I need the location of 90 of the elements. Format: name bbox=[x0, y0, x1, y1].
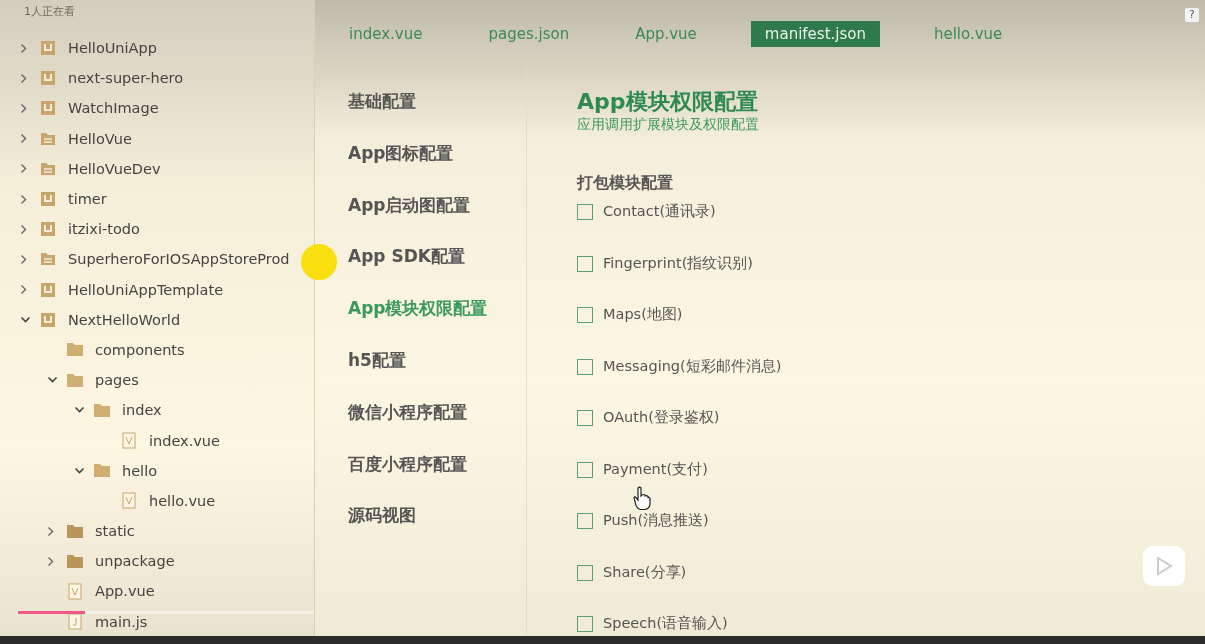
viewer-count: 1人正在看 bbox=[24, 5, 75, 18]
chevron-right-icon bbox=[20, 193, 28, 205]
play-button[interactable] bbox=[1143, 546, 1185, 586]
checkbox[interactable] bbox=[577, 307, 593, 323]
file-tab[interactable]: manifest.json bbox=[750, 21, 880, 47]
checkbox-label: Share(分享) bbox=[603, 562, 687, 582]
checkbox-label: Speech(语音输入) bbox=[603, 614, 728, 633]
help-button[interactable]: ? bbox=[1185, 8, 1199, 22]
file-icon bbox=[68, 613, 82, 631]
chevron-right-icon bbox=[20, 284, 28, 296]
project-icon bbox=[40, 191, 56, 208]
tree-item[interactable]: SuperheroForIOSAppStoreProd bbox=[0, 244, 290, 275]
folder-icon bbox=[66, 372, 84, 388]
checkbox-label: Push(消息推送) bbox=[603, 511, 709, 530]
checkbox[interactable] bbox=[577, 204, 593, 220]
checkbox[interactable] bbox=[577, 358, 593, 375]
chevron-down-icon bbox=[74, 466, 85, 475]
tree-item[interactable]: HelloUniAppTemplate bbox=[0, 274, 224, 305]
settings-nav-item[interactable]: App SDK配置 bbox=[348, 245, 526, 298]
hand-cursor-icon bbox=[633, 486, 651, 510]
tree-item[interactable]: HelloVue bbox=[0, 123, 132, 154]
page-title: App模块权限配置 bbox=[577, 88, 759, 116]
chevron-right-icon bbox=[20, 163, 28, 175]
tree-item[interactable]: NextHelloWorld bbox=[0, 304, 181, 335]
folder-icon bbox=[66, 553, 84, 569]
play-icon bbox=[1155, 556, 1173, 576]
chevron-right-icon bbox=[20, 42, 28, 54]
tree-item[interactable]: App.vue bbox=[0, 576, 155, 607]
section-heading: 打包模块配置 bbox=[577, 172, 674, 194]
chevron-right-icon bbox=[20, 72, 28, 84]
settings-nav-item[interactable]: 源码视图 bbox=[348, 504, 526, 557]
checkbox[interactable] bbox=[577, 616, 593, 632]
folder-icon bbox=[93, 402, 111, 418]
tree-item[interactable]: index bbox=[0, 395, 162, 426]
project-icon bbox=[40, 70, 56, 87]
folder-icon bbox=[93, 463, 111, 479]
checkbox[interactable] bbox=[577, 461, 593, 478]
project-icon bbox=[40, 311, 56, 328]
file-icon bbox=[122, 492, 136, 510]
checkbox[interactable] bbox=[577, 255, 593, 272]
tree-item[interactable]: timer bbox=[0, 183, 107, 215]
folder-icon bbox=[66, 523, 84, 539]
chevron-right-icon bbox=[20, 102, 28, 114]
tree-item[interactable]: WatchImage bbox=[0, 93, 159, 124]
settings-nav-item[interactable]: h5配置 bbox=[348, 349, 526, 401]
checkbox-label: Contact(通讯录) bbox=[603, 202, 716, 221]
checkbox[interactable] bbox=[577, 564, 593, 581]
chevron-down-icon bbox=[20, 315, 31, 324]
checkbox-label: Maps(地图) bbox=[603, 305, 683, 324]
tree-item[interactable]: HelloUniApp bbox=[0, 33, 157, 64]
folder-icon bbox=[40, 161, 56, 176]
chevron-right-icon bbox=[47, 555, 55, 567]
page-subtitle: 应用调用扩展模块及权限配置 bbox=[577, 116, 760, 132]
tree-item[interactable]: next-super-hero bbox=[0, 63, 184, 94]
tree-item[interactable]: index.vue bbox=[0, 425, 220, 456]
folder-icon bbox=[40, 131, 56, 146]
settings-nav-item[interactable]: 百度小程序配置 bbox=[348, 452, 526, 505]
folder-icon bbox=[66, 342, 84, 358]
settings-nav-item[interactable]: 基础配置 bbox=[348, 90, 526, 142]
settings-nav-item[interactable]: App图标配置 bbox=[348, 141, 526, 194]
project-icon bbox=[40, 100, 56, 117]
checkbox-label: Payment(支付) bbox=[603, 459, 708, 479]
project-icon bbox=[40, 40, 56, 57]
tree-item[interactable]: HelloVueDev bbox=[0, 153, 161, 184]
chevron-right-icon bbox=[47, 525, 55, 537]
settings-nav-item[interactable]: App启动图配置 bbox=[348, 193, 526, 246]
chevron-right-icon bbox=[20, 223, 28, 235]
chevron-right-icon bbox=[20, 133, 28, 145]
tree-item[interactable]: pages bbox=[0, 365, 139, 396]
tree-item[interactable]: unpackage bbox=[0, 546, 175, 577]
tree-item[interactable]: itzixi-todo bbox=[0, 214, 140, 245]
file-icon bbox=[122, 432, 136, 450]
file-icon bbox=[68, 582, 82, 600]
project-icon bbox=[40, 281, 56, 298]
checkbox-label: Fingerprint(指纹识别) bbox=[603, 253, 753, 273]
tree-item[interactable]: components bbox=[0, 334, 185, 366]
checkbox[interactable] bbox=[577, 513, 593, 529]
settings-nav-item[interactable]: 微信小程序配置 bbox=[348, 400, 526, 453]
folder-icon bbox=[40, 252, 56, 267]
checkbox[interactable] bbox=[577, 410, 593, 426]
tree-item[interactable]: hello.vue bbox=[0, 485, 216, 516]
checkbox-label: Messaging(短彩邮件消息) bbox=[603, 356, 782, 376]
tree-item[interactable]: hello bbox=[0, 455, 158, 486]
chevron-right-icon bbox=[20, 253, 28, 265]
chevron-down-icon bbox=[47, 376, 58, 385]
tree-item[interactable]: static bbox=[0, 516, 135, 547]
project-icon bbox=[40, 221, 56, 238]
chevron-down-icon bbox=[74, 406, 85, 415]
checkbox-label: OAuth(登录鉴权) bbox=[603, 408, 720, 427]
tree-item[interactable]: main.js bbox=[0, 606, 148, 636]
